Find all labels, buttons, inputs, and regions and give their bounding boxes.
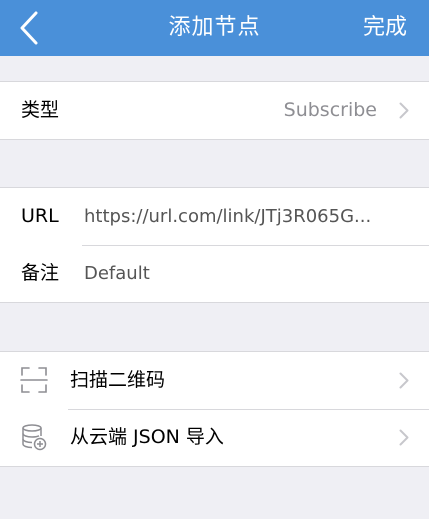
remark-label: 备注 (21, 262, 60, 284)
import-section: 扫描二维码 从云端 JSON 导入 (0, 351, 429, 467)
detail-section: URL https://url.com/link/JTj3R065G... 备注… (0, 187, 429, 303)
remark-field[interactable]: Default (84, 245, 150, 302)
chevron-right-icon (399, 372, 409, 389)
type-value: Subscribe (283, 99, 377, 121)
qr-scan-icon (20, 367, 48, 393)
url-row[interactable]: URL https://url.com/link/JTj3R065G... (0, 188, 429, 245)
type-section: 类型 Subscribe (0, 81, 429, 140)
cloud-json-import-label: 从云端 JSON 导入 (70, 426, 224, 448)
scan-qr-label: 扫描二维码 (70, 369, 166, 391)
remark-row[interactable]: 备注 Default (0, 245, 429, 302)
cloud-database-icon (22, 424, 47, 451)
url-label: URL (21, 205, 59, 227)
type-row[interactable]: 类型 Subscribe (0, 82, 429, 139)
url-field[interactable]: https://url.com/link/JTj3R065G... (84, 188, 371, 245)
cloud-json-import-row[interactable]: 从云端 JSON 导入 (0, 409, 429, 466)
type-label: 类型 (21, 99, 60, 121)
chevron-right-icon (399, 429, 409, 446)
chevron-right-icon (399, 102, 409, 119)
done-button[interactable]: 完成 (363, 13, 407, 43)
scan-qr-row[interactable]: 扫描二维码 (0, 352, 429, 409)
navigation-bar: 添加节点 完成 (0, 0, 429, 56)
